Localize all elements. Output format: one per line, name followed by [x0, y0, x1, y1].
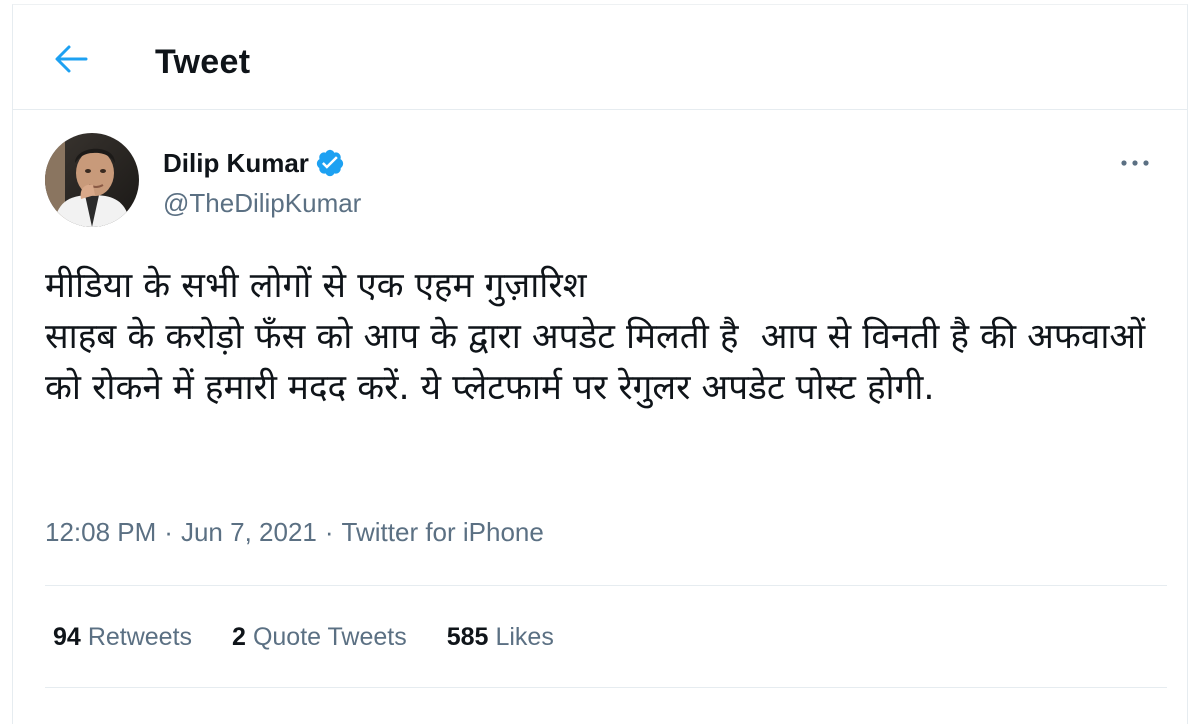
page-header: Tweet	[13, 5, 1187, 110]
author-handle[interactable]: @TheDilipKumar	[163, 187, 361, 219]
author-name[interactable]: Dilip Kumar	[163, 147, 345, 179]
tweet-time[interactable]: 12:08 PM	[45, 515, 156, 549]
meta-separator: ·	[324, 517, 334, 547]
tweet-source[interactable]: Twitter for iPhone	[342, 515, 544, 549]
retweets-label: Retweets	[87, 623, 193, 651]
tweet-stats: 94 Retweets 2 Quote Tweets 585 Likes	[53, 620, 594, 654]
author-name-text: Dilip Kumar	[163, 148, 309, 178]
verified-badge-icon	[315, 148, 345, 178]
likes-label: Likes	[495, 623, 554, 651]
meta-separator: ·	[164, 517, 173, 547]
quote-tweets-stat[interactable]: 2 Quote Tweets	[232, 620, 407, 654]
page-title: Tweet	[155, 43, 251, 81]
quote-tweets-label: Quote Tweets	[252, 623, 407, 651]
retweets-count: 94	[53, 623, 81, 651]
likes-count: 585	[446, 623, 489, 651]
avatar-image	[45, 133, 139, 227]
quote-tweets-count: 2	[232, 623, 246, 651]
retweets-stat[interactable]: 94 Retweets	[53, 620, 192, 654]
more-options-button[interactable]	[1107, 141, 1163, 185]
likes-stat[interactable]: 585 Likes	[447, 620, 554, 654]
tweet-text: मीडिया के सभी लोगों से एक एहम गुज़ारिश स…	[45, 266, 1146, 408]
divider	[45, 585, 1167, 586]
divider	[45, 687, 1167, 688]
back-button[interactable]	[49, 37, 93, 81]
arrow-left-icon	[55, 45, 88, 73]
more-dots-icon	[1121, 160, 1149, 166]
tweet-date[interactable]: Jun 7, 2021	[181, 515, 317, 549]
avatar[interactable]	[45, 133, 139, 227]
tweet-detail-panel: Tweet Dilip Kumar @TheDilipKumar मीडिया …	[12, 4, 1188, 724]
tweet-metadata: 12:08 PM · Jun 7, 2021 · Twitter for iPh…	[45, 515, 544, 549]
